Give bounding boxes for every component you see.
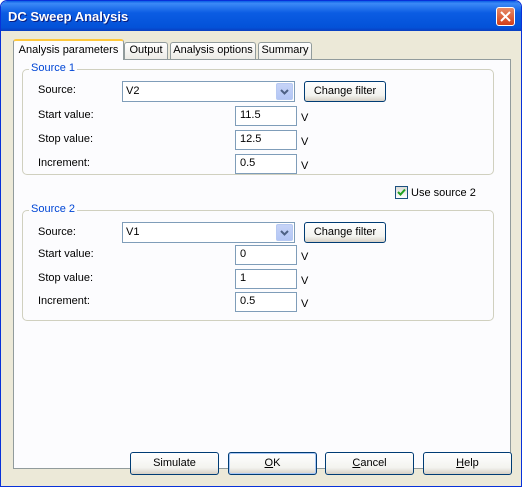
source1-stop-unit: V — [301, 136, 309, 148]
help-label-rest: elp — [464, 457, 479, 469]
source2-legend: Source 2 — [29, 203, 78, 215]
source2-increment-input[interactable]: 0.5 — [235, 292, 297, 312]
source1-change-filter-button[interactable]: Change filter — [304, 81, 386, 102]
cancel-label-rest: ancel — [360, 457, 387, 469]
source2-stop-input[interactable]: 1 — [235, 269, 297, 289]
tab-analysis-options[interactable]: Analysis options — [170, 42, 256, 59]
source1-source-select[interactable]: V2 — [122, 81, 295, 102]
chevron-down-icon[interactable] — [276, 224, 293, 241]
help-button[interactable]: Help — [423, 452, 512, 475]
source2-source-value: V1 — [126, 226, 140, 238]
close-icon — [500, 11, 511, 22]
source2-start-input[interactable]: 0 — [235, 245, 297, 265]
dialog-window: DC Sweep Analysis Analysis parameters Ou… — [0, 0, 522, 487]
tab-output[interactable]: Output — [124, 42, 168, 59]
source1-start-unit: V — [301, 112, 309, 124]
source2-source-label: Source: — [38, 226, 76, 238]
source1-legend: Source 1 — [29, 62, 78, 74]
source1-stop-input[interactable]: 12.5 — [235, 130, 297, 150]
help-mnemonic: H — [456, 457, 465, 469]
source1-increment-unit: V — [301, 160, 309, 172]
source2-increment-label: Increment: — [38, 295, 90, 307]
source2-stop-label: Stop value: — [38, 272, 94, 284]
ok-button[interactable]: OK — [228, 452, 317, 475]
use-source2-checkbox[interactable] — [395, 186, 408, 199]
source1-start-label: Start value: — [38, 109, 94, 121]
source1-group: Source 1 Source: V2 Change filter Start … — [22, 62, 494, 175]
source1-increment-input[interactable]: 0.5 — [235, 154, 297, 174]
source2-group: Source 2 Source: V1 Change filter Start … — [22, 203, 494, 321]
ok-label-rest: K — [273, 457, 281, 469]
source1-increment-label: Increment: — [38, 157, 90, 169]
source1-start-input[interactable]: 11.5 — [235, 106, 297, 126]
source1-source-value: V2 — [126, 85, 140, 97]
source1-source-label: Source: — [38, 84, 76, 96]
tab-panel-analysis-parameters: Source 1 Source: V2 Change filter Start … — [13, 59, 511, 469]
chevron-down-icon[interactable] — [276, 83, 293, 100]
checkmark-icon — [397, 188, 406, 196]
tab-analysis-parameters[interactable]: Analysis parameters — [13, 39, 124, 60]
source2-source-select[interactable]: V1 — [122, 222, 295, 243]
window-title: DC Sweep Analysis — [8, 9, 129, 24]
simulate-button[interactable]: Simulate — [130, 452, 219, 475]
source2-start-unit: V — [301, 251, 309, 263]
title-bar[interactable]: DC Sweep Analysis — [1, 1, 521, 31]
close-button[interactable] — [496, 7, 515, 26]
tab-summary[interactable]: Summary — [258, 42, 312, 59]
dialog-client: Analysis parameters Output Analysis opti… — [4, 31, 518, 483]
ok-mnemonic: O — [264, 457, 274, 469]
source2-start-label: Start value: — [38, 248, 94, 260]
source2-increment-unit: V — [301, 298, 309, 310]
use-source2-label[interactable]: Use source 2 — [411, 187, 476, 199]
source2-change-filter-button[interactable]: Change filter — [304, 222, 386, 243]
cancel-button[interactable]: Cancel — [325, 452, 414, 475]
source1-stop-label: Stop value: — [38, 133, 94, 145]
source2-stop-unit: V — [301, 275, 309, 287]
